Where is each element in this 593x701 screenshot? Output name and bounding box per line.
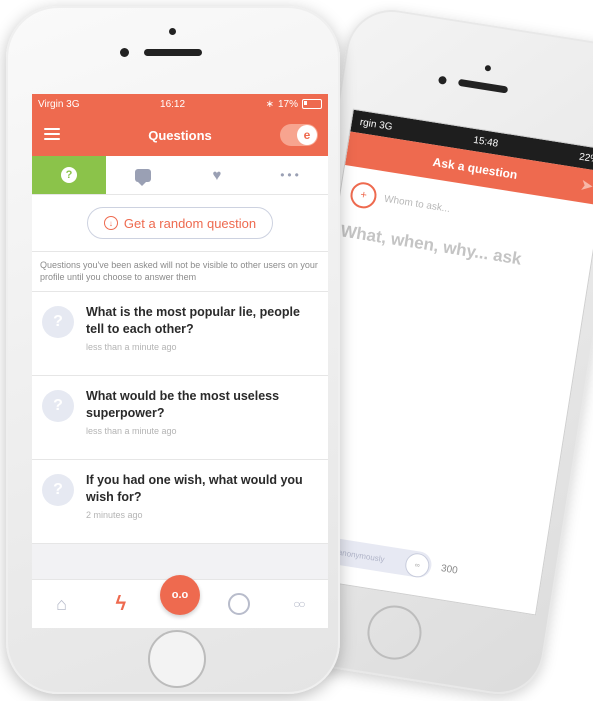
random-question-label: Get a random question: [123, 215, 257, 231]
chat-icon: [135, 168, 151, 186]
anonymous-avatar-icon: ?: [42, 474, 74, 507]
bottom-nav: ⌂ ϟ o.o ○○: [32, 575, 328, 628]
nav-home-icon[interactable]: ⌂: [42, 584, 82, 624]
battery-level: 17%: [277, 98, 298, 110]
tab-questions[interactable]: ?: [32, 156, 106, 194]
question-item[interactable]: ? If you had one wish, what would you wi…: [32, 460, 328, 545]
front-camera: [484, 64, 492, 72]
earpiece-speaker: [144, 49, 202, 56]
question-text: What is the most popular lie, people tel…: [86, 305, 300, 337]
profile-icon: [228, 593, 251, 615]
question-icon: ?: [61, 167, 77, 183]
app-header: Questions e: [32, 114, 328, 156]
clock: 15:48: [472, 134, 499, 150]
hamburger-menu-icon[interactable]: [44, 128, 60, 140]
question-text: If you had one wish, what would you wish…: [86, 473, 303, 505]
privacy-notice: Questions you've been asked will not be …: [32, 252, 328, 293]
bluetooth-icon: ∗: [265, 98, 274, 110]
download-icon: ↓: [103, 216, 118, 230]
sensor-dot: [437, 75, 448, 85]
page-title: Questions: [148, 127, 212, 143]
tab-likes[interactable]: ♥: [180, 156, 254, 194]
anonymous-avatar-icon: ?: [42, 390, 74, 423]
more-icon: •••: [280, 168, 302, 182]
random-question-button[interactable]: ↓ Get a random question: [86, 207, 274, 239]
heart-icon: ♥: [212, 166, 222, 184]
home-button[interactable]: [148, 630, 206, 688]
question-time: less than a minute ago: [86, 342, 177, 353]
mode-toggle[interactable]: e: [280, 124, 318, 146]
nav-activity[interactable]: ϟ: [101, 584, 141, 624]
page-title: Ask a question: [431, 154, 519, 183]
front-camera: [169, 28, 176, 35]
front-phone: Virgin 3G 16:12 ∗ 17% Questions e ? ♥ ••…: [6, 6, 340, 694]
question-item[interactable]: ? What is the most popular lie, people t…: [32, 292, 328, 377]
character-count: 300: [440, 562, 459, 577]
send-icon[interactable]: ➤: [580, 176, 593, 195]
status-bar: Virgin 3G 16:12 ∗ 17%: [32, 94, 328, 114]
battery-level: 22%: [578, 151, 593, 166]
friends-icon: ○○: [293, 597, 305, 611]
home-button[interactable]: [363, 601, 426, 664]
tab-more[interactable]: •••: [254, 156, 328, 194]
tab-messages[interactable]: [106, 156, 180, 194]
anonymous-avatar-icon: ?: [42, 306, 74, 339]
question-item[interactable]: ? What would be the most useless superpo…: [32, 376, 328, 461]
earpiece-speaker: [457, 78, 509, 94]
sensor-dot: [120, 48, 129, 57]
anonymous-knob-icon: ∞: [403, 551, 432, 580]
battery-icon: [301, 99, 322, 109]
carrier: rgin 3G: [359, 116, 394, 133]
nav-friends[interactable]: ○○: [278, 584, 318, 624]
status-right: ∗ 17%: [266, 99, 322, 110]
carrier: Virgin 3G: [38, 98, 80, 110]
question-time: 2 minutes ago: [86, 510, 143, 521]
question-time: less than a minute ago: [86, 426, 177, 437]
nav-ask-button[interactable]: o.o: [159, 575, 200, 615]
questions-screen: Virgin 3G 16:12 ∗ 17% Questions e ? ♥ ••…: [32, 94, 328, 628]
nav-profile[interactable]: [219, 584, 259, 624]
clock: 16:12: [160, 98, 186, 110]
whom-to-ask-input[interactable]: Whom to ask...: [383, 193, 451, 214]
lightning-icon: ϟ: [115, 592, 127, 615]
random-question-section: ↓ Get a random question: [32, 195, 328, 252]
logo-icon: e: [297, 125, 317, 145]
tab-bar: ? ♥ •••: [32, 156, 328, 195]
add-user-icon: +: [348, 180, 379, 211]
question-text: What would be the most useless superpowe…: [86, 389, 280, 421]
